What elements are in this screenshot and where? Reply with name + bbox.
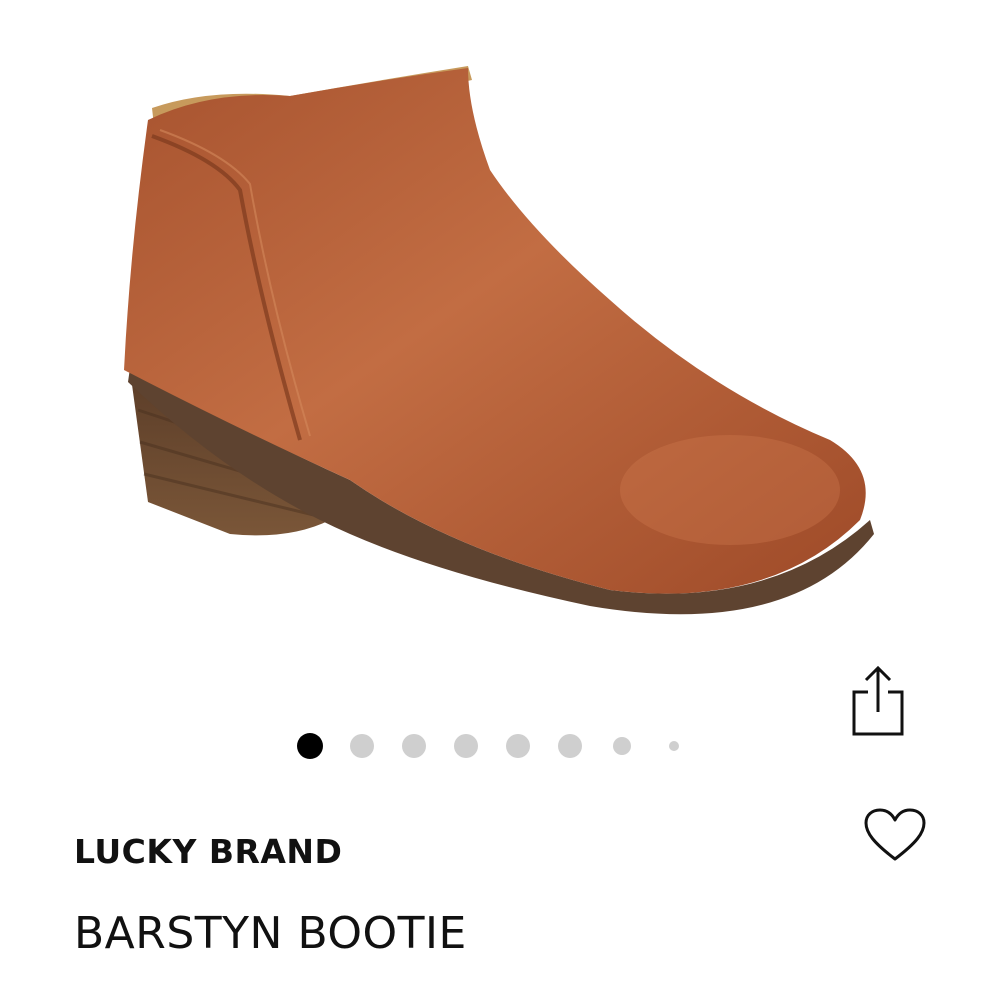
share-icon bbox=[852, 665, 904, 736]
carousel-dot[interactable] bbox=[402, 734, 426, 758]
carousel-dot[interactable] bbox=[558, 734, 582, 758]
carousel-dot[interactable] bbox=[297, 733, 323, 759]
product-image[interactable] bbox=[90, 50, 910, 650]
carousel-dot[interactable] bbox=[669, 741, 679, 751]
heart-icon bbox=[864, 808, 926, 861]
carousel-dot[interactable] bbox=[506, 734, 530, 758]
carousel-dot[interactable] bbox=[454, 734, 478, 758]
bootie-image bbox=[124, 66, 874, 615]
carousel-pagination bbox=[297, 733, 679, 759]
favorite-button[interactable] bbox=[862, 806, 928, 864]
carousel-dot[interactable] bbox=[613, 737, 631, 755]
share-button[interactable] bbox=[846, 662, 910, 742]
brand-name[interactable]: LUCKY BRAND bbox=[74, 832, 342, 871]
product-title: BARSTYN BOOTIE bbox=[74, 908, 467, 959]
carousel-dot[interactable] bbox=[350, 734, 374, 758]
